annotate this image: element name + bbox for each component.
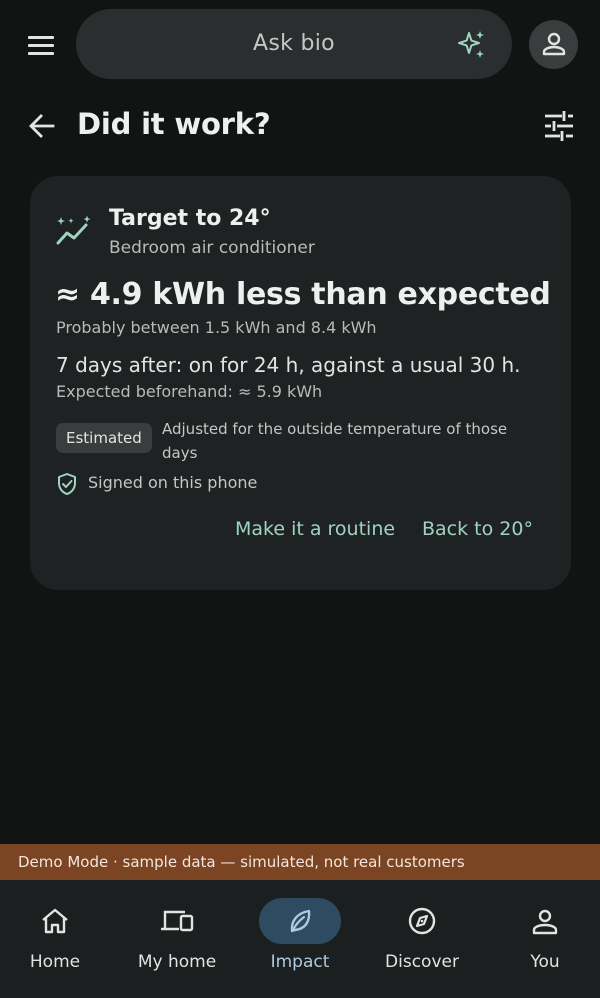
- card-title: Target to 24°: [109, 206, 271, 231]
- home-icon: [42, 908, 68, 934]
- device-name: Bedroom air conditioner: [109, 238, 315, 258]
- menu-icon-line: [28, 52, 54, 55]
- signed-note: Signed on this phone: [88, 473, 258, 492]
- revert-temperature-button[interactable]: Back to 20°: [422, 518, 533, 540]
- nav-icon-container: [381, 898, 463, 944]
- person-icon: [532, 909, 558, 935]
- nav-item-you[interactable]: You: [490, 880, 600, 998]
- person-icon: [542, 32, 566, 56]
- menu-icon: [28, 36, 54, 39]
- screen: Ask bio Did it work? Target to 24° Bedro…: [0, 0, 600, 998]
- nav-item-impact[interactable]: Impact: [245, 880, 355, 998]
- account-button[interactable]: [529, 20, 578, 69]
- nav-icon-container-active: [259, 898, 341, 944]
- savings-headline: ≈ 4.9 kWh less than expected: [55, 277, 551, 312]
- nav-item-discover[interactable]: Discover: [367, 880, 477, 998]
- nav-label-discover: Discover: [385, 952, 459, 972]
- nav-label-my-home: My home: [137, 952, 217, 972]
- demo-mode-banner: Demo Mode · sample data — simulated, not…: [0, 844, 600, 880]
- usage-comparison: 7 days after: on for 24 h, against a usu…: [56, 353, 521, 377]
- nav-label-you: You: [530, 952, 560, 972]
- nav-label-impact: Impact: [270, 952, 330, 972]
- nav-item-my-home[interactable]: My home: [122, 880, 232, 998]
- arrow-back-icon: [29, 114, 55, 138]
- savings-range: Probably between 1.5 kWh and 8.4 kWh: [56, 318, 377, 337]
- make-routine-button[interactable]: Make it a routine: [235, 518, 395, 540]
- auto-graph-icon: [56, 215, 91, 245]
- nav-label-home: Home: [29, 952, 81, 972]
- result-card: Target to 24° Bedroom air conditioner ≈ …: [30, 176, 571, 590]
- sparkle-icon: [458, 31, 484, 58]
- nav-icon-container: [14, 898, 96, 944]
- nav-icon-container: [504, 898, 586, 944]
- ask-bio-search[interactable]: Ask bio: [76, 9, 512, 79]
- menu-button[interactable]: [24, 30, 58, 60]
- devices-icon: [161, 910, 194, 932]
- nav-icon-container: [136, 898, 218, 944]
- expected-usage: Expected beforehand: ≈ 5.9 kWh: [56, 382, 323, 401]
- back-button[interactable]: [26, 110, 58, 142]
- leaf-icon: [290, 909, 311, 933]
- compass-icon: [408, 907, 436, 935]
- adjustment-note: Adjusted for the outside temperature of …: [162, 420, 508, 462]
- top-bar: Ask bio: [0, 0, 600, 88]
- page-title: Did it work?: [77, 107, 271, 141]
- bottom-navigation: Home My home Impact Discover You: [0, 880, 600, 998]
- estimated-badge: Estimated: [56, 423, 152, 453]
- verified-shield-icon: [58, 473, 76, 495]
- search-placeholder: Ask bio: [253, 31, 335, 56]
- filter-button[interactable]: [542, 110, 576, 142]
- menu-icon-line: [28, 44, 54, 47]
- tune-icon: [545, 111, 573, 141]
- nav-item-home[interactable]: Home: [0, 880, 110, 998]
